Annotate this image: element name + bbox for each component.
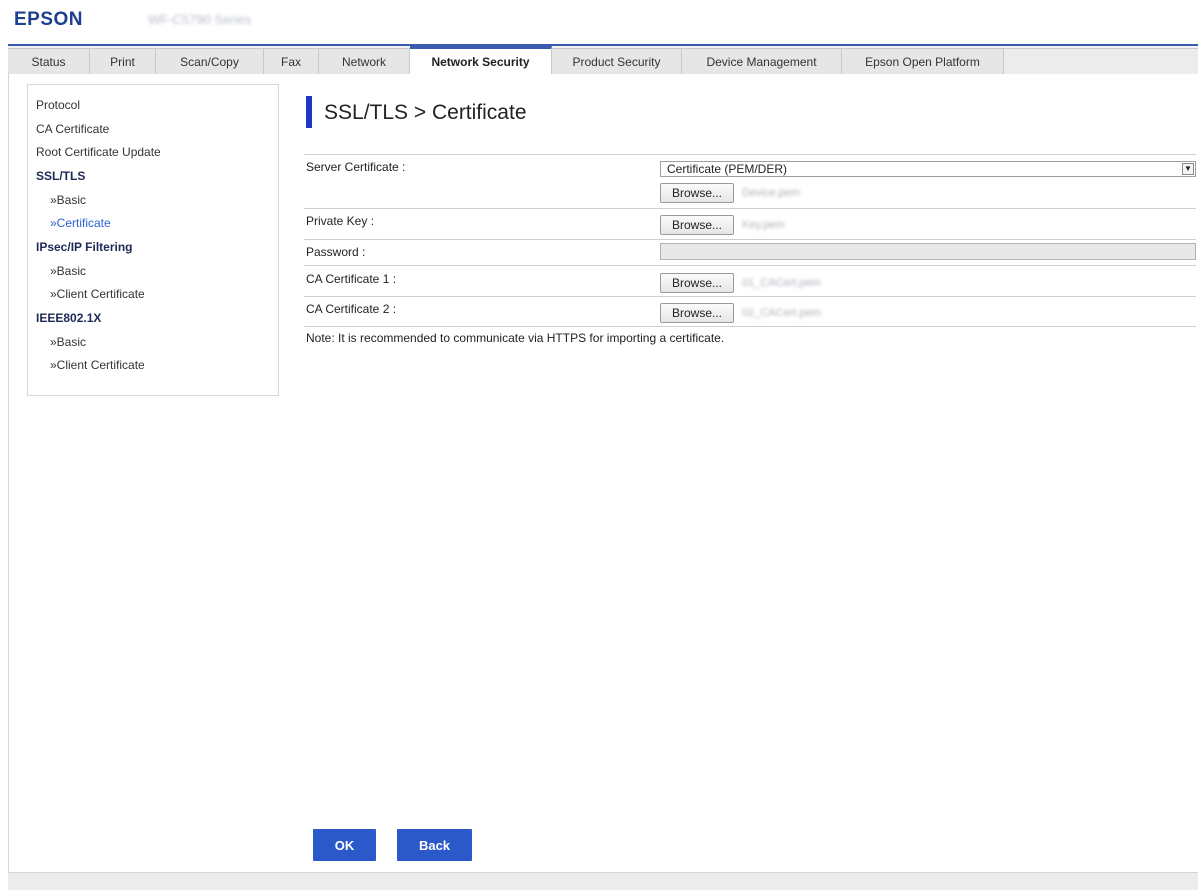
server-certificate-browse-button[interactable]: Browse... bbox=[660, 183, 734, 203]
epson-logo: EPSON bbox=[14, 9, 84, 30]
tab-network[interactable]: Network bbox=[319, 48, 410, 74]
sidebar-item-ssl-certificate[interactable]: »Certificate bbox=[50, 216, 111, 230]
row-divider bbox=[304, 326, 1196, 327]
chevron-down-icon[interactable]: ▼ bbox=[1182, 163, 1194, 175]
footer-bar bbox=[8, 872, 1198, 890]
tab-epson-open-platform[interactable]: Epson Open Platform bbox=[842, 48, 1004, 74]
server-certificate-format-select[interactable]: Certificate (PEM/DER) ▼ bbox=[660, 161, 1196, 177]
row-divider bbox=[304, 265, 1196, 266]
ca-certificate-2-file-name: 02_CACert.pem bbox=[742, 307, 821, 319]
sidebar: Protocol CA Certificate Root Certificate… bbox=[27, 84, 279, 396]
ca-certificate-1-label: CA Certificate 1 : bbox=[306, 272, 397, 286]
tab-network-security[interactable]: Network Security bbox=[410, 46, 552, 74]
ca-certificate-1-file-name: 01_CACert.pem bbox=[742, 277, 821, 289]
model-name: WF-C5790 Series bbox=[148, 12, 252, 27]
title-accent-bar bbox=[306, 96, 312, 128]
sidebar-item-ssl-basic[interactable]: »Basic bbox=[50, 193, 86, 207]
ca-certificate-2-browse-button[interactable]: Browse... bbox=[660, 303, 734, 323]
private-key-label: Private Key : bbox=[306, 214, 375, 228]
tab-print[interactable]: Print bbox=[90, 48, 156, 74]
tab-fax[interactable]: Fax bbox=[264, 48, 319, 74]
sidebar-section-ipsec[interactable]: IPsec/IP Filtering bbox=[36, 240, 132, 254]
back-button[interactable]: Back bbox=[397, 829, 472, 861]
password-label: Password : bbox=[306, 245, 366, 259]
sidebar-item-ca-certificate[interactable]: CA Certificate bbox=[36, 122, 109, 136]
ok-button[interactable]: OK bbox=[313, 829, 376, 861]
sidebar-item-ipsec-basic[interactable]: »Basic bbox=[50, 264, 86, 278]
ca-certificate-2-label: CA Certificate 2 : bbox=[306, 302, 397, 316]
sidebar-item-ieee-basic[interactable]: »Basic bbox=[50, 335, 86, 349]
private-key-file-name: Key.pem bbox=[742, 219, 785, 231]
header: EPSON WF-C5790 Series bbox=[0, 0, 1198, 38]
row-divider bbox=[304, 296, 1196, 297]
tab-product-security[interactable]: Product Security bbox=[552, 48, 682, 74]
server-certificate-format-value: Certificate (PEM/DER) bbox=[667, 162, 788, 176]
sidebar-item-ieee-client-certificate[interactable]: »Client Certificate bbox=[50, 358, 145, 372]
private-key-browse-button[interactable]: Browse... bbox=[660, 215, 734, 235]
server-certificate-file-name: Device.pem bbox=[742, 187, 801, 199]
password-field[interactable] bbox=[660, 243, 1196, 260]
page-title: SSL/TLS > Certificate bbox=[324, 101, 527, 124]
tab-bar-filler bbox=[1004, 48, 1198, 74]
row-divider bbox=[304, 239, 1196, 240]
sidebar-item-protocol[interactable]: Protocol bbox=[36, 98, 80, 112]
tab-scan-copy[interactable]: Scan/Copy bbox=[156, 48, 264, 74]
row-divider bbox=[304, 208, 1196, 209]
server-certificate-label: Server Certificate : bbox=[306, 160, 406, 174]
sidebar-section-ieee8021x[interactable]: IEEE802.1X bbox=[36, 311, 101, 325]
note-text: Note: It is recommended to communicate v… bbox=[306, 331, 725, 345]
ca-certificate-1-browse-button[interactable]: Browse... bbox=[660, 273, 734, 293]
sidebar-section-ssl-tls[interactable]: SSL/TLS bbox=[36, 169, 85, 183]
sidebar-item-root-certificate-update[interactable]: Root Certificate Update bbox=[36, 145, 161, 159]
row-divider bbox=[304, 154, 1196, 155]
tab-status[interactable]: Status bbox=[8, 48, 90, 74]
sidebar-item-ipsec-client-certificate[interactable]: »Client Certificate bbox=[50, 287, 145, 301]
tab-bar: Status Print Scan/Copy Fax Network Netwo… bbox=[8, 44, 1198, 74]
tab-device-management[interactable]: Device Management bbox=[682, 48, 842, 74]
